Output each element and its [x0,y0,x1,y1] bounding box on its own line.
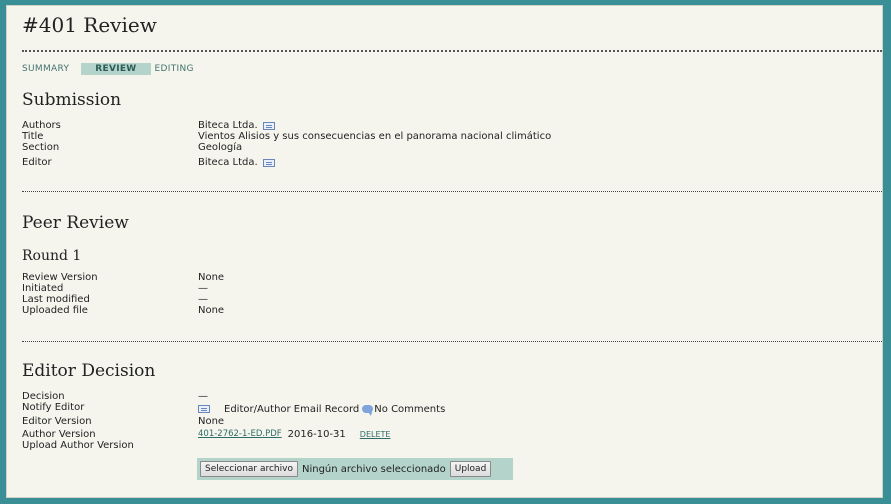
uploaded-file-row: Uploaded file None [22,305,224,316]
uploaded-file-value: None [198,305,225,316]
section-row: Section Geología [22,142,551,153]
email-record-text: Editor/Author Email Record [224,403,360,415]
title-divider [22,50,882,52]
comment-icon[interactable] [362,405,374,416]
title-label: Title [22,131,44,142]
section-divider [22,341,882,342]
review-version-value: None [198,272,225,283]
section-label: Section [22,142,60,153]
authors-label: Authors [22,120,61,131]
author-file-link[interactable]: 401-2762-1-ED.PDF [198,429,282,440]
notify-editor-row: Notify Editor Editor/Author Email Record… [22,402,445,416]
main-panel: #401 Review SUMMARY REVIEW EDITING Submi… [6,5,883,498]
title-value: Vientos Alisios y sus consecuencias en e… [198,131,552,142]
peer-review-heading: Peer Review [22,213,129,233]
editor-version-value: None [198,416,225,427]
initiated-label: Initiated [22,283,64,294]
editor-version-row: Editor Version None [22,416,445,427]
submission-heading: Submission [22,90,122,110]
review-version-row: Review Version None [22,272,224,283]
peer-review-details: Review Version None Initiated — Last mod… [22,272,224,316]
editor-decision-details: Decision — Notify Editor Editor/Author E… [22,391,445,451]
notify-editor-label: Notify Editor [22,402,85,413]
editor-decision-heading: Editor Decision [22,361,156,381]
author-version-label: Author Version [22,429,96,440]
section-divider [22,191,882,192]
tab-editing[interactable]: EDITING [155,64,194,74]
authors-row: Authors Biteca Ltda. [22,120,551,131]
envelope-icon[interactable] [262,121,275,130]
tab-review[interactable]: REVIEW [81,63,151,75]
title-row: Title Vientos Alisios y sus consecuencia… [22,131,551,142]
editor-version-label: Editor Version [22,416,92,427]
initiated-row: Initiated — [22,283,224,294]
decision-label: Decision [22,391,65,402]
delete-link[interactable]: DELETE [360,429,391,440]
round-heading: Round 1 [22,248,82,264]
initiated-value: — [198,283,208,294]
section-value: Geología [198,142,243,153]
upload-button[interactable]: Upload [449,461,492,477]
comments-text: No Comments [374,403,446,415]
editor-value: Biteca Ltda. [198,157,258,168]
decision-value: — [198,391,208,402]
upload-author-version-row: Upload Author Version [22,440,445,451]
uploaded-file-label: Uploaded file [22,305,88,316]
author-version-row: Author Version 401-2762-1-ED.PDF 2016-10… [22,429,445,440]
review-version-label: Review Version [22,272,98,283]
page-title: #401 Review [22,13,157,37]
envelope-icon[interactable] [262,158,275,167]
no-file-text: Ningún archivo seleccionado [301,463,446,475]
last-modified-label: Last modified [22,294,90,305]
tab-summary[interactable]: SUMMARY [22,64,69,74]
upload-form: Seleccionar archivo Ningún archivo selec… [197,458,513,480]
author-file-date: 2016-10-31 [287,429,346,440]
editor-label: Editor [22,157,52,168]
choose-file-button[interactable]: Seleccionar archivo [200,461,298,477]
submission-details: Authors Biteca Ltda. Title Vientos Alisi… [22,120,551,168]
decision-row: Decision — [22,391,445,402]
authors-value: Biteca Ltda. [198,120,258,131]
tab-bar: SUMMARY REVIEW EDITING [22,62,206,76]
last-modified-value: — [198,294,208,305]
last-modified-row: Last modified — [22,294,224,305]
editor-row: Editor Biteca Ltda. [22,157,551,168]
envelope-icon[interactable] [198,405,210,413]
upload-author-version-label: Upload Author Version [22,440,134,451]
